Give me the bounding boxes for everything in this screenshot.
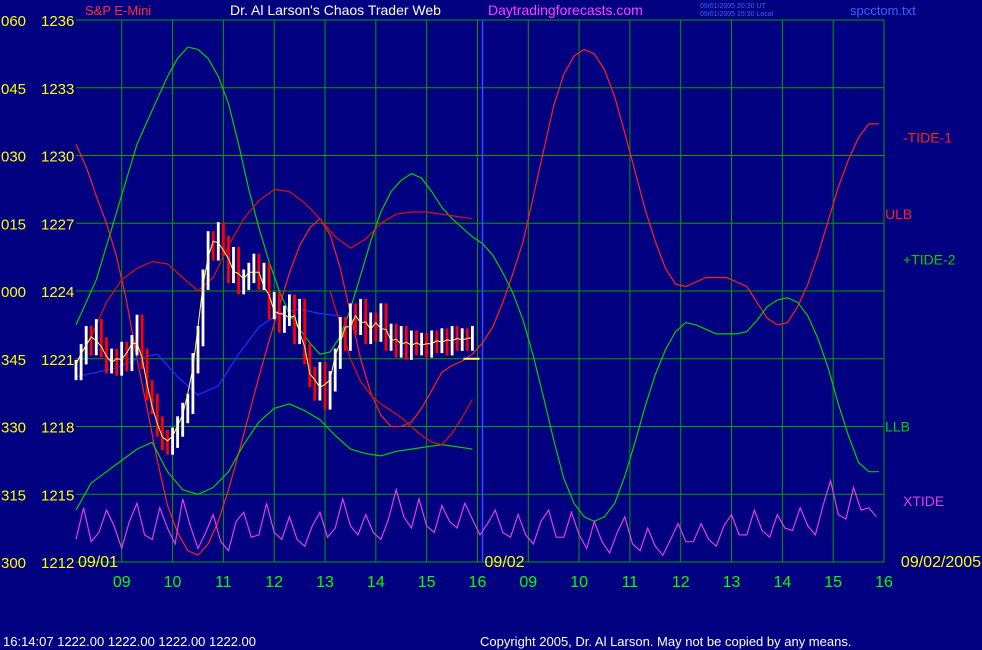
price-bar	[125, 341, 129, 372]
price-bar	[130, 335, 134, 372]
y-tick-angle: 060	[1, 13, 26, 30]
x-tick-label: 10	[570, 574, 588, 591]
price-bar	[318, 362, 322, 401]
x-tick-label: 15	[418, 574, 436, 591]
price-bar	[181, 402, 185, 437]
timestamp-ut: 09/01/2005 20:30 UT	[700, 3, 766, 10]
x-tick-label: 12	[672, 574, 690, 591]
x-tick-label: 14	[367, 574, 385, 591]
price-bar	[308, 344, 312, 387]
price-bar	[242, 269, 246, 295]
price-bar	[277, 292, 281, 333]
price-bar	[349, 303, 352, 351]
y-tick-angle: 030	[1, 149, 26, 166]
x-tick-label: 09	[519, 574, 537, 591]
price-bar	[155, 393, 159, 437]
y-tick-angle: 330	[1, 420, 26, 437]
price-bar	[171, 427, 174, 455]
price-bar	[420, 332, 423, 356]
series-label: -TIDE-1	[903, 129, 952, 145]
price-bar	[166, 429, 169, 455]
y-tick-angle: 045	[1, 81, 26, 98]
x-tick-label: 16	[469, 574, 487, 591]
chaos-trader-chart: 060 1236045 1233030 1230015 1227000 1224345 12…	[0, 0, 982, 650]
price-bar	[252, 253, 256, 284]
x-tick-label: 14	[773, 574, 791, 591]
x-tick-label: 16	[875, 574, 893, 591]
price-bar	[440, 328, 444, 354]
y-tick-price: 1218	[41, 420, 74, 437]
data-file-name: spcctom.txt	[850, 3, 916, 18]
price-bar	[374, 312, 378, 342]
price-bar	[232, 247, 235, 284]
y-tick-price: 1236	[41, 13, 74, 30]
y-tick-price: 1221	[41, 352, 74, 369]
y-tick-price: 1212	[41, 555, 74, 572]
price-bar	[445, 328, 449, 356]
y-tick-angle: 315	[1, 487, 26, 504]
y-tick-angle: 000	[1, 284, 26, 301]
series-label: ULB	[885, 206, 912, 222]
price-bar	[216, 222, 220, 261]
date-label: 09/02/2005	[901, 554, 981, 571]
price-bar	[267, 262, 271, 320]
y-tick-price: 1230	[41, 149, 74, 166]
chart-title: Dr. Al Larson's Chaos Trader Web	[230, 2, 441, 18]
price-bar	[354, 303, 357, 335]
price-bar	[237, 247, 240, 295]
series-label: +TIDE-2	[903, 251, 956, 267]
x-tick-label: 13	[316, 574, 334, 591]
x-tick-label: 10	[164, 574, 182, 591]
price-bar	[389, 323, 393, 351]
price-bar	[100, 319, 103, 358]
price-bar	[79, 344, 83, 381]
x-tick-label: 11	[215, 574, 232, 591]
price-bar	[359, 298, 362, 335]
y-tick-price: 1233	[41, 81, 74, 98]
price-bar	[425, 332, 428, 358]
date-label: 09/02	[485, 554, 525, 571]
chart-background	[0, 0, 982, 650]
y-tick-price: 1227	[41, 216, 74, 233]
price-bar	[135, 314, 139, 356]
price-bar	[288, 294, 291, 326]
price-bar	[465, 328, 469, 351]
instrument-label: S&P E-Mini	[85, 3, 151, 18]
x-tick-label: 15	[824, 574, 842, 591]
price-bar	[89, 326, 93, 356]
price-bar	[323, 362, 327, 410]
series-label: LLB	[885, 419, 910, 435]
price-bar	[272, 292, 276, 320]
price-bar	[298, 298, 301, 345]
x-tick-label: 11	[622, 574, 639, 591]
footer-copyright: Copyright 2005, Dr. Al Larson. May not b…	[480, 634, 851, 649]
x-tick-label: 12	[265, 574, 283, 591]
series-label: XTIDE	[903, 493, 944, 509]
price-bar	[94, 319, 98, 356]
footer-quote-line: 16:14:07 1222.00 1222.00 1222.00 1222.00	[3, 634, 256, 649]
price-bar	[283, 305, 286, 333]
price-bar	[247, 262, 251, 290]
date-label: 09/01	[78, 554, 118, 571]
y-tick-angle: 015	[1, 216, 26, 233]
y-tick-price: 1215	[41, 487, 74, 504]
x-tick-label: 09	[113, 574, 131, 591]
y-tick-angle: 300	[1, 555, 26, 572]
price-bar	[399, 326, 403, 358]
price-bar	[343, 317, 347, 351]
website-link[interactable]: Daytradingforecasts.com	[488, 2, 643, 18]
y-tick-price: 1224	[41, 284, 74, 301]
price-bar	[384, 303, 388, 351]
price-bar	[471, 326, 474, 351]
price-bar	[145, 348, 149, 401]
timestamp-local: 09/01/2005 15:30 Local	[700, 11, 774, 18]
price-bar	[313, 366, 317, 401]
price-bar	[176, 416, 179, 448]
x-tick-label: 13	[723, 574, 741, 591]
price-bar	[379, 303, 383, 342]
y-tick-angle: 345	[1, 352, 26, 369]
price-bar	[115, 348, 119, 376]
